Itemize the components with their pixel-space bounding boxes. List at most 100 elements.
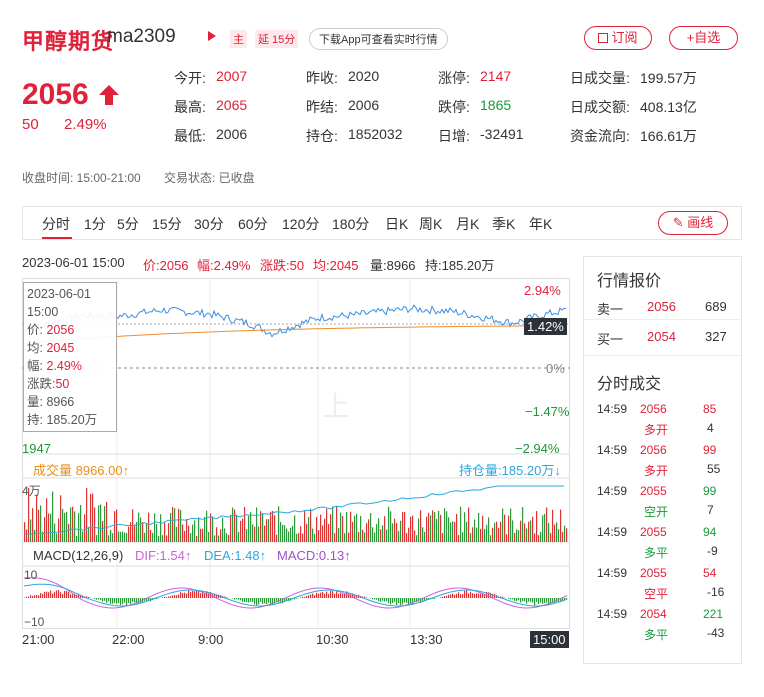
info-price: 价:2056 (143, 258, 189, 273)
volume-bar (100, 504, 102, 542)
macd-bar (322, 591, 324, 598)
volume-bar (368, 519, 370, 542)
macd-bar (342, 593, 344, 598)
tab-0[interactable]: 分时 (42, 214, 70, 234)
quote-card: 甲醇期货 ma2309 主 延 15分 下载App可查看实时行情 订阅 +自选 … (0, 0, 764, 697)
draw-line-button[interactable]: ✎ 画线 (658, 211, 728, 235)
volume-bar (108, 535, 110, 542)
macd-bar (400, 598, 402, 606)
panel-divider (584, 319, 741, 320)
stat-value: 1852032 (348, 126, 403, 142)
volume-bar (34, 529, 36, 542)
macd-bar (530, 598, 532, 602)
volume-bar (36, 494, 38, 542)
tab-4[interactable]: 30分 (194, 214, 224, 234)
tab-1[interactable]: 1分 (84, 214, 106, 234)
volume-bar (510, 508, 512, 542)
volume-bar (268, 519, 270, 542)
tab-11[interactable]: 季K (492, 214, 515, 234)
tab-12[interactable]: 年K (529, 214, 552, 234)
stat-label: 最高: (174, 99, 206, 115)
volume-bar (542, 515, 544, 542)
contract-code: ma2309 (107, 26, 176, 47)
time-tick: 13:30 (410, 632, 443, 647)
macd-bar (138, 598, 140, 604)
volume-bar (476, 527, 478, 542)
volume-bar (316, 516, 318, 542)
volume-bar (312, 528, 314, 542)
volume-bar (408, 527, 410, 542)
volume-bar (498, 527, 500, 542)
stat-value: 199.57万 (640, 70, 697, 86)
trade-oi: -9 (707, 544, 718, 558)
volume-bar (318, 530, 320, 542)
time-tick: 9:00 (198, 632, 224, 647)
macd-bar (68, 591, 70, 598)
volume-bar (418, 518, 420, 542)
macd-bar (480, 593, 482, 598)
tab-9[interactable]: 周K (419, 214, 442, 234)
macd-bar (464, 590, 466, 598)
info-avg: 均:2045 (313, 258, 359, 273)
macd-bar (162, 597, 164, 598)
volume-bar (304, 510, 306, 542)
volume-bar (78, 513, 80, 542)
volume-bar (378, 518, 380, 542)
volume-bar (330, 514, 332, 542)
volume-bar (120, 531, 122, 542)
volume-bar (474, 519, 476, 542)
tab-8[interactable]: 日K (385, 214, 408, 234)
volume-bar (296, 533, 298, 542)
play-icon[interactable] (208, 31, 216, 41)
volume-bar (422, 527, 424, 542)
add-watchlist-button[interactable]: +自选 (669, 26, 738, 50)
macd-bar (36, 595, 38, 598)
macd-bar (266, 598, 268, 605)
volume-bar (210, 513, 212, 542)
volume-bar (260, 511, 262, 542)
macd-bar (178, 594, 180, 598)
volume-bar (178, 508, 180, 542)
volume-bar (478, 512, 480, 542)
volume-bar (204, 516, 206, 542)
macd-label: MACD:0.13↑ (277, 548, 351, 563)
tab-7[interactable]: 180分 (332, 214, 369, 234)
volume-bar (540, 531, 542, 542)
macd-bar (482, 593, 484, 598)
volume-bar (110, 529, 112, 542)
macd-bar (378, 598, 380, 602)
macd-bar (388, 598, 390, 604)
tab-5[interactable]: 60分 (238, 214, 268, 234)
volume-bar (434, 512, 436, 542)
trade-type: 多开 (644, 423, 669, 437)
tab-10[interactable]: 月K (456, 214, 479, 234)
volume-bar (332, 506, 334, 542)
trade-oi: 7 (707, 503, 714, 517)
macd-bar (40, 593, 42, 598)
tab-2[interactable]: 5分 (117, 214, 139, 234)
volume-bar (328, 524, 330, 542)
macd-bar (440, 597, 442, 598)
macd-bar (106, 598, 108, 603)
macd-bar (478, 593, 480, 598)
tab-6[interactable]: 120分 (282, 214, 319, 234)
volume-bar (514, 532, 516, 542)
subscribe-button[interactable]: 订阅 (584, 26, 652, 50)
volume-bar (56, 533, 58, 542)
volume-bar (148, 512, 150, 542)
macd-bar (98, 598, 100, 600)
tab-3[interactable]: 15分 (152, 214, 182, 234)
tooltip-amp: 幅: 2.49% (27, 359, 82, 373)
volume-bar (554, 524, 556, 542)
macd-bar (516, 598, 518, 602)
download-app-button[interactable]: 下载App可查看实时行情 (309, 28, 448, 50)
crosshair-tooltip: 2023-06-01 15:00 价: 2056 均: 2045 幅: 2.49… (23, 282, 117, 432)
volume-bar (468, 507, 470, 542)
volume-bar (522, 507, 524, 542)
volume-bar (68, 523, 70, 542)
volume-bar (80, 505, 82, 542)
trade-oi: 4 (707, 421, 714, 435)
volume-bar (290, 527, 292, 542)
volume-bar (146, 523, 148, 542)
macd-bar (26, 596, 28, 598)
